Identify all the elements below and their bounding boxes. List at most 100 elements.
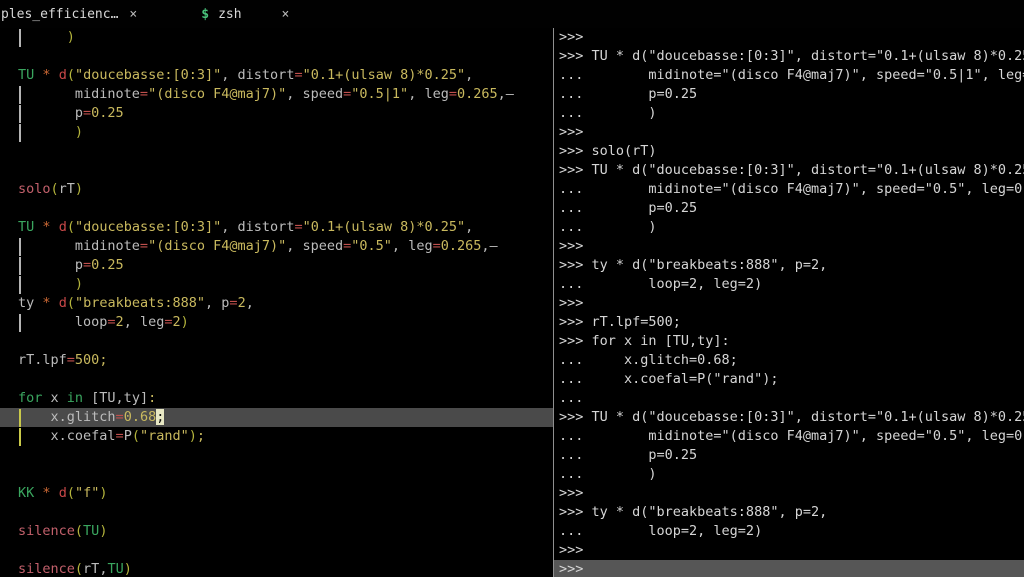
editor-line[interactable]: [0, 446, 553, 465]
code-token: ): [99, 523, 107, 539]
terminal-line[interactable]: ... ): [554, 104, 1024, 123]
code-token: =: [229, 295, 237, 311]
terminal-line[interactable]: ...: [554, 389, 1024, 408]
terminal-line[interactable]: ... loop=2, leg=2): [554, 275, 1024, 294]
code-token: "breakbeats:888": [75, 295, 205, 311]
tab-zsh-close-icon[interactable]: ×: [282, 7, 290, 22]
editor-line[interactable]: [0, 332, 553, 351]
editor-line[interactable]: for x in [TU,ty]:: [0, 389, 553, 408]
editor-line[interactable]: [0, 142, 553, 161]
gutter-bar-icon: [19, 86, 21, 104]
code-token: for: [18, 390, 42, 406]
code-token: =: [449, 86, 457, 102]
terminal-line[interactable]: >>>: [554, 560, 1024, 577]
code-token: =: [294, 67, 302, 83]
editor-line[interactable]: ): [0, 275, 553, 294]
terminal-line[interactable]: ... p=0.25: [554, 446, 1024, 465]
terminal-line[interactable]: ... midinote="(disco F4@maj7)", speed="0…: [554, 427, 1024, 446]
editor-line[interactable]: [0, 370, 553, 389]
terminal-line[interactable]: >>>: [554, 484, 1024, 503]
code-token: "f": [75, 485, 99, 501]
terminal-line[interactable]: ... ): [554, 465, 1024, 484]
gutter-bar-icon: [19, 124, 21, 142]
gutter-bar-icon: [19, 409, 21, 427]
editor-line[interactable]: TU * d("doucebasse:[0:3]", distort="0.1+…: [0, 218, 553, 237]
code-token: TU: [83, 523, 99, 539]
editor-line[interactable]: [0, 541, 553, 560]
editor-pane[interactable]: ) TU * d("doucebasse:[0:3]", distort="0.1…: [0, 28, 553, 577]
code-token: ): [18, 29, 75, 45]
editor-line[interactable]: midinote="(disco F4@maj7)", speed="0.5|1…: [0, 85, 553, 104]
editor-line[interactable]: midinote="(disco F4@maj7)", speed="0.5",…: [0, 237, 553, 256]
editor-line[interactable]: ty * d("breakbeats:888", p=2,: [0, 294, 553, 313]
code-token: p: [18, 257, 83, 273]
code-token: ,: [498, 86, 506, 102]
code-token: solo: [18, 181, 51, 197]
terminal-line[interactable]: >>> TU * d("doucebasse:[0:3]", distort="…: [554, 161, 1024, 180]
code-token: "doucebasse:[0:3]": [75, 219, 221, 235]
terminal-line[interactable]: ... p=0.25: [554, 85, 1024, 104]
code-token: leg: [140, 314, 164, 330]
code-token: "0.5": [351, 238, 392, 254]
editor-line[interactable]: [0, 199, 553, 218]
editor-line[interactable]: TU * d("doucebasse:[0:3]", distort="0.1+…: [0, 66, 553, 85]
code-token: "0.1+(ulsaw 8)*0.25": [303, 67, 466, 83]
editor-line[interactable]: x.coefal=P("rand");: [0, 427, 553, 446]
code-token: (: [75, 561, 83, 577]
terminal-line[interactable]: >>>: [554, 123, 1024, 142]
editor-line[interactable]: silence(TU): [0, 522, 553, 541]
code-token: ): [75, 181, 83, 197]
terminal-line[interactable]: ... midinote="(disco F4@maj7)", speed="0…: [554, 180, 1024, 199]
code-token: distort: [238, 67, 295, 83]
terminal-line[interactable]: ... loop=2, leg=2): [554, 522, 1024, 541]
editor-line[interactable]: silence(rT,TU): [0, 560, 553, 577]
editor-line[interactable]: x.glitch=0.68;: [0, 408, 553, 427]
split-panes: ) TU * d("doucebasse:[0:3]", distort="0.1…: [0, 28, 1024, 577]
code-token: *: [42, 485, 50, 501]
terminal-line[interactable]: >>> solo(rT): [554, 142, 1024, 161]
terminal-line[interactable]: ... x.coefal=P("rand");: [554, 370, 1024, 389]
terminal-line[interactable]: >>> for x in [TU,ty]:: [554, 332, 1024, 351]
terminal-window: ples_efficienc… × $ zsh × ) TU * d("douce…: [0, 0, 1024, 577]
editor-line[interactable]: [0, 503, 553, 522]
code-token: P: [124, 428, 132, 444]
gutter-bar-icon: [19, 29, 21, 47]
tab-editor[interactable]: ples_efficienc… ×: [0, 0, 137, 28]
terminal-line[interactable]: >>> TU * d("doucebasse:[0:3]", distort="…: [554, 408, 1024, 427]
editor-line[interactable]: p=0.25: [0, 256, 553, 275]
terminal-line[interactable]: >>>: [554, 28, 1024, 47]
terminal-line[interactable]: ... x.glitch=0.68;: [554, 351, 1024, 370]
tab-editor-close-icon[interactable]: ×: [129, 7, 137, 22]
code-token: 500: [75, 352, 99, 368]
code-token: leg: [424, 86, 448, 102]
terminal-line[interactable]: ... p=0.25: [554, 199, 1024, 218]
terminal-line[interactable]: >>> TU * d("doucebasse:[0:3]", distort="…: [554, 47, 1024, 66]
editor-line[interactable]: [0, 465, 553, 484]
repl-pane[interactable]: >>>>>> TU * d("doucebasse:[0:3]", distor…: [554, 28, 1024, 577]
code-token: [51, 485, 59, 501]
editor-line[interactable]: loop=2, leg=2): [0, 313, 553, 332]
editor-line[interactable]: KK * d("f"): [0, 484, 553, 503]
code-token: rT: [59, 181, 75, 197]
gutter-bar-icon: [19, 238, 21, 256]
terminal-line[interactable]: >>> ty * d("breakbeats:888", p=2,: [554, 503, 1024, 522]
editor-line[interactable]: rT.lpf=500;: [0, 351, 553, 370]
editor-line[interactable]: [0, 47, 553, 66]
code-token: 0.25: [91, 257, 124, 273]
terminal-line[interactable]: ... ): [554, 218, 1024, 237]
editor-line[interactable]: solo(rT): [0, 180, 553, 199]
terminal-line[interactable]: >>> ty * d("breakbeats:888", p=2,: [554, 256, 1024, 275]
gutter-bar-icon: [19, 276, 21, 294]
editor-line[interactable]: ): [0, 28, 553, 47]
terminal-line[interactable]: >>> rT.lpf=500;: [554, 313, 1024, 332]
editor-line[interactable]: p=0.25: [0, 104, 553, 123]
code-token: ,: [205, 295, 221, 311]
terminal-line[interactable]: >>>: [554, 541, 1024, 560]
tab-zsh[interactable]: $ zsh ×: [201, 0, 289, 28]
editor-line[interactable]: [0, 161, 553, 180]
editor-line[interactable]: ): [0, 123, 553, 142]
terminal-line[interactable]: ... midinote="(disco F4@maj7)", speed="0…: [554, 66, 1024, 85]
code-token: 2: [116, 314, 124, 330]
terminal-line[interactable]: >>>: [554, 237, 1024, 256]
terminal-line[interactable]: >>>: [554, 294, 1024, 313]
